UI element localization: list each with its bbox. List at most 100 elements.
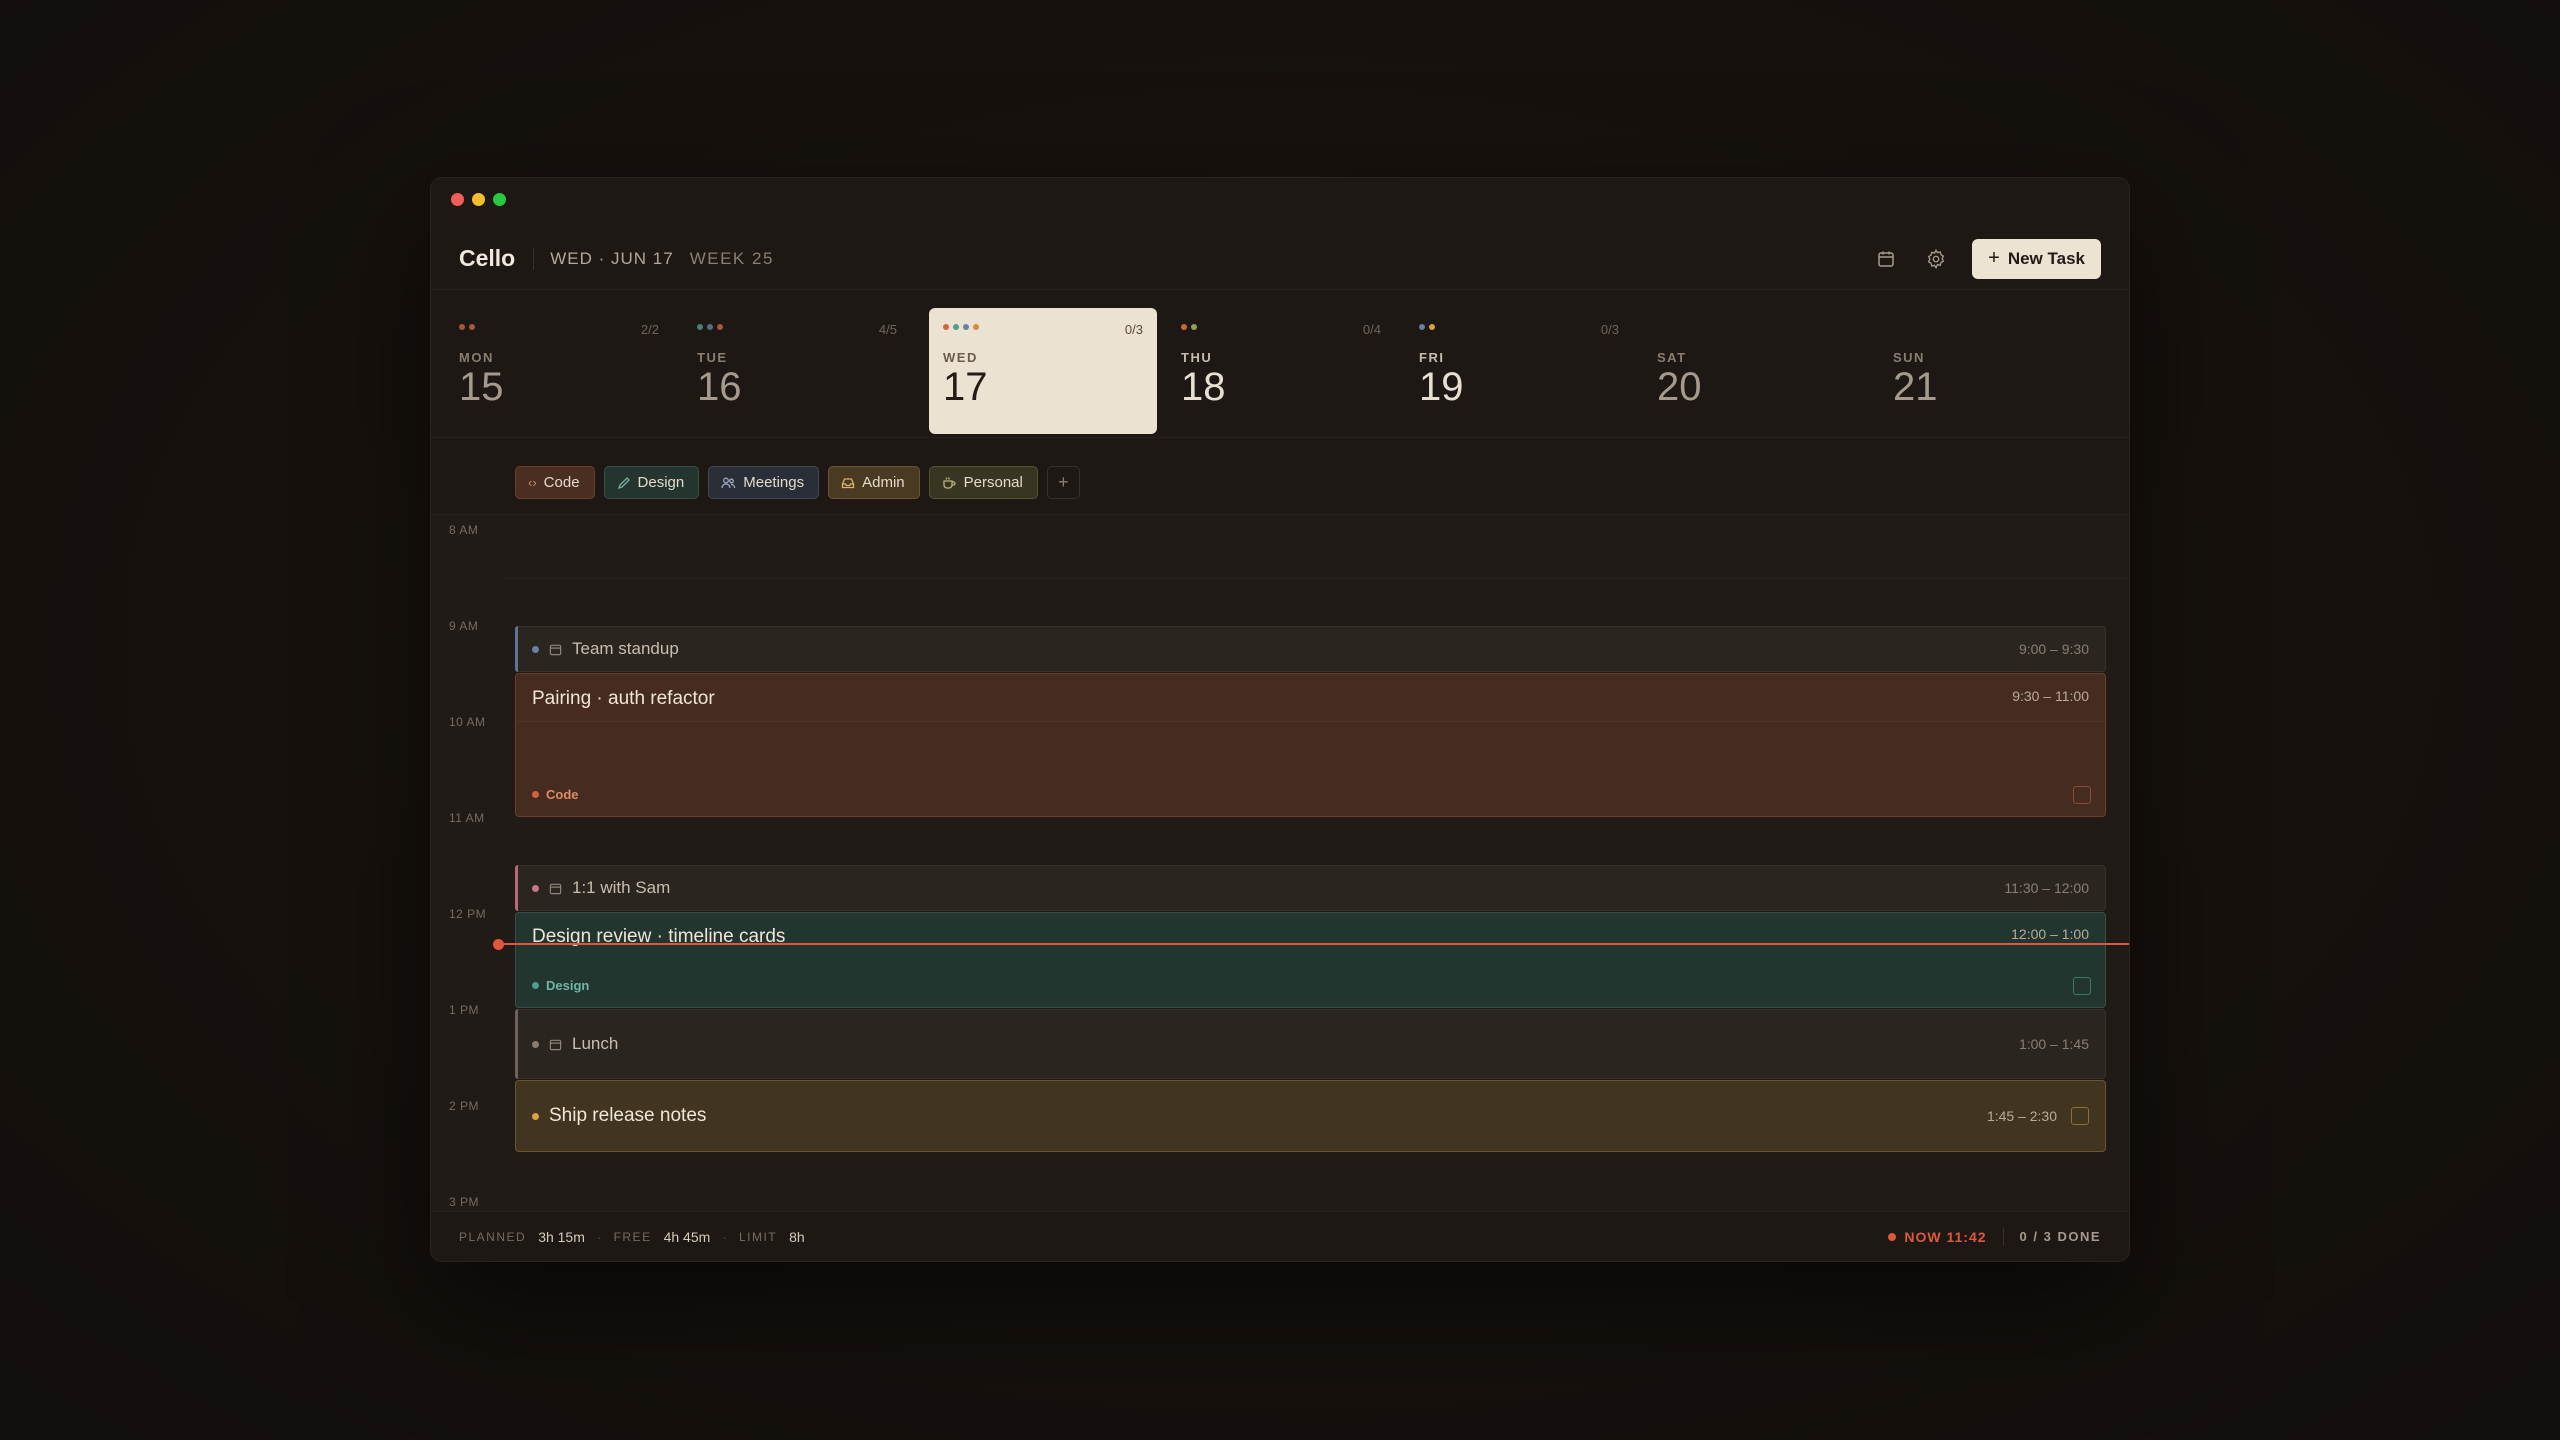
tag-label: Admin [862,474,905,491]
minimize-window-button[interactable] [472,193,485,206]
week-day-strip: 2/2 MON 15 4/5 TUE 16 0/3 WED 17 0/4 THU… [431,308,2129,438]
inbox-icon [841,476,855,490]
day-number: 16 [697,365,742,409]
day-category-dots [697,322,897,332]
day-thu[interactable]: 0/4 THU 18 [1167,308,1395,434]
day-wed-selected[interactable]: 0/3 WED 17 [929,308,1157,434]
day-task-count: 0/4 [1362,322,1381,337]
calendar-icon [549,882,562,895]
close-window-button[interactable] [451,193,464,206]
day-category-dots [1419,322,1619,332]
header: Cello WED · JUN 17 WEEK 25 + New Task [431,228,2129,290]
tag-admin[interactable]: Admin [828,466,920,499]
event-title: 1:1 with Sam [572,878,671,897]
planned-value: 3h 15m [538,1228,585,1245]
maximize-window-button[interactable] [493,193,506,206]
event-color-bar [515,865,518,911]
calendar-icon[interactable] [1872,245,1900,273]
event-tag: Design [532,978,589,993]
now-indicator: NOW 11:42 [1888,1229,1986,1245]
current-date: WED · JUN 17 [550,248,674,268]
tag-personal[interactable]: Personal [928,466,1038,499]
day-category-dots [1181,322,1381,332]
event-lunch[interactable]: Lunch 1:00 – 1:45 [515,1009,2106,1079]
status-footer: PLANNED 3h 15m · FREE 4h 45m · LIMIT 8h … [431,1211,2129,1261]
day-name: WED [943,350,978,365]
tag-code[interactable]: ‹› Code [515,466,595,499]
app-title: Cello [459,245,516,271]
event-tag: Code [532,787,579,802]
day-number: 21 [1893,365,1938,409]
plus-icon: + [1058,472,1069,492]
hour-label: 8 AM [449,523,479,537]
tag-design[interactable]: Design [603,466,700,499]
day-sun[interactable]: SUN 21 [1879,308,2107,434]
limit-value: 8h [789,1228,805,1245]
hour-label: 9 AM [449,619,479,633]
day-category-dots [1657,322,1857,332]
coffee-icon [942,476,957,490]
event-tag-label: Design [546,978,590,993]
day-timeline[interactable]: 8 AM 9 AM 10 AM 11 AM 12 PM 1 PM 2 PM 3 … [431,515,2129,1215]
event-color-bar [515,626,518,672]
day-sat[interactable]: SAT 20 [1643,308,1871,434]
event-ship-release-notes[interactable]: Ship release notes 1:45 – 2:30 [515,1080,2106,1152]
task-checkbox[interactable] [2073,786,2091,804]
day-mon[interactable]: 2/2 MON 15 [445,308,673,434]
day-name: THU [1181,350,1213,365]
hour-label: 1 PM [449,1003,480,1017]
done-count: 0 / 3 DONE [2019,1229,2101,1244]
users-icon [721,476,736,490]
window-controls [451,193,506,206]
add-tag-button[interactable]: + [1046,466,1080,499]
event-design-review[interactable]: Design review · timeline cards 12:00 – 1… [515,912,2106,1008]
event-1on1-sam[interactable]: 1:1 with Sam 11:30 – 12:00 [515,865,2106,911]
meeting-dot-icon [532,884,539,892]
brush-icon [617,476,631,490]
hour-label: 2 PM [449,1099,480,1113]
day-number: 15 [459,365,504,409]
day-number: 18 [1181,365,1226,409]
plus-icon: + [1988,247,2000,269]
event-pairing-auth-refactor[interactable]: Pairing · auth refactor 9:30 – 11:00 Cod… [515,673,2106,817]
event-time: 1:45 – 2:30 [1986,1108,2057,1124]
free-value: 4h 45m [663,1228,711,1245]
current-time-dot [493,939,504,950]
day-task-count: 0/3 [1600,322,1619,337]
calendar-icon [549,643,562,656]
task-checkbox[interactable] [2071,1107,2089,1125]
tag-label: Personal [963,474,1023,491]
now-time: NOW 11:42 [1904,1228,1987,1245]
footer-divider [2002,1227,2004,1246]
event-team-standup[interactable]: Team standup 9:00 – 9:30 [515,626,2106,672]
day-name: SUN [1893,350,1925,365]
free-label: FREE [613,1229,652,1244]
task-checkbox[interactable] [2073,977,2091,995]
admin-dot-icon [532,1112,539,1120]
event-title: Pairing · auth refactor [532,688,715,709]
new-task-button[interactable]: + New Task [1972,238,2101,279]
new-task-label: New Task [2007,248,2085,268]
meeting-dot-icon [532,645,539,653]
day-tue[interactable]: 4/5 TUE 16 [683,308,911,434]
event-time: 9:00 – 9:30 [2018,641,2089,657]
event-time: 11:30 – 12:00 [2004,880,2089,896]
tag-meetings[interactable]: Meetings [708,466,820,499]
limit-label: LIMIT [738,1229,778,1244]
separator: · [596,1228,602,1245]
event-title: Team standup [572,639,679,658]
code-icon: ‹› [528,475,537,490]
current-time-line [501,943,2129,945]
day-name: FRI [1419,350,1445,365]
day-category-dots [459,322,659,332]
planned-label: PLANNED [459,1229,527,1244]
current-week: WEEK 25 [689,248,774,268]
category-filter-bar: ‹› Code Design Meetings Admin Personal + [515,466,1080,499]
day-task-count: 4/5 [878,322,897,337]
separator: · [722,1228,727,1245]
day-fri[interactable]: 0/3 FRI 19 [1405,308,1633,434]
settings-gear-icon[interactable] [1922,245,1950,273]
event-time: 9:30 – 11:00 [2012,688,2089,704]
event-time: 1:00 – 1:45 [2018,1036,2089,1052]
day-name: TUE [697,350,728,365]
